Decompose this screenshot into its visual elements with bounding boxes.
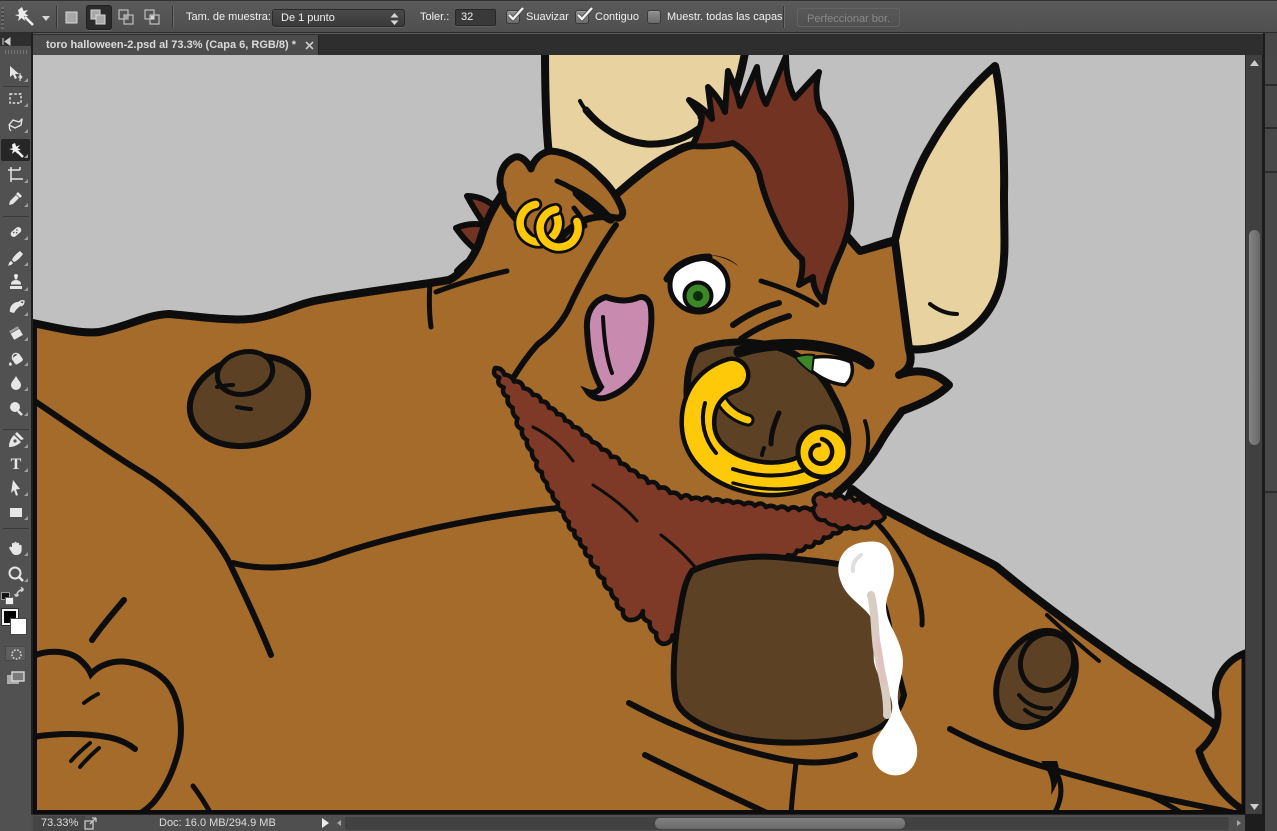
svg-text:T: T (11, 456, 22, 473)
